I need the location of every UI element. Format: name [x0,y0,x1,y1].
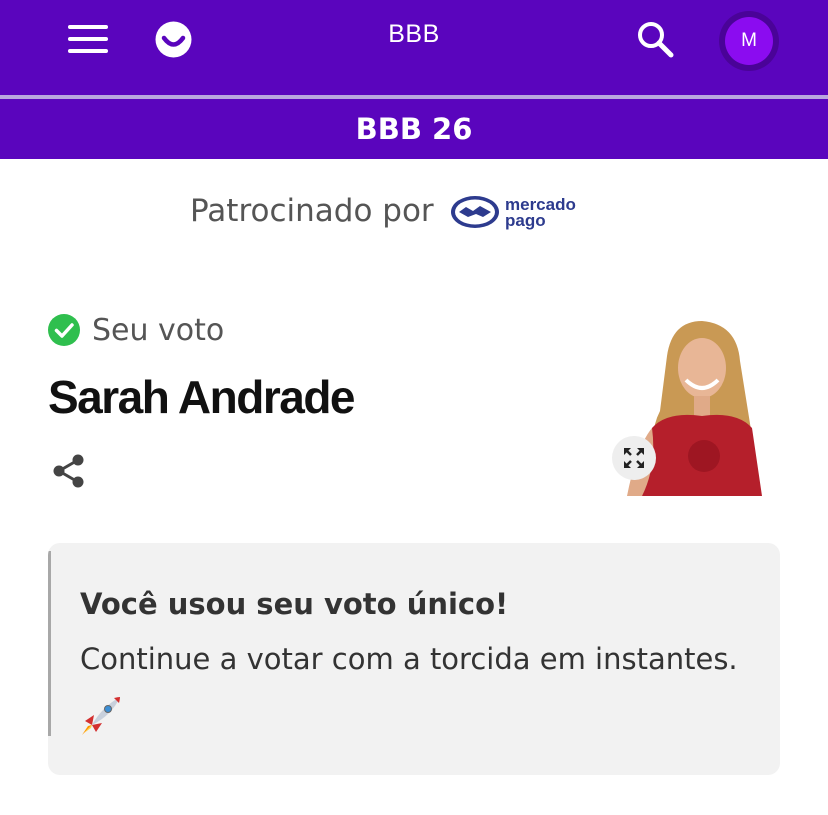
candidate-name: Sarah Andrade [48,371,356,423]
notice-message: Continue a votar com a torcida em instan… [80,642,738,676]
avatar: M [725,17,773,65]
rocket-icon [82,697,120,735]
search-icon[interactable] [636,20,674,58]
app-title: BBB [388,20,440,48]
check-circle-icon [48,314,80,346]
vote-status-label: Seu voto [92,313,225,348]
top-navigation-bar: BBB M [0,0,828,99]
share-icon[interactable] [51,453,87,489]
notice-title: Você usou seu voto único! [80,587,509,621]
section-title-bar[interactable]: BBB 26 [0,99,828,159]
sponsor-label: Patrocinado por [190,193,434,229]
mercado-pago-logo-text-2: pago [505,211,546,230]
notice-card: Você usou seu voto único! Continue a vot… [48,543,780,775]
user-avatar-button[interactable]: M [719,11,779,71]
notice-accent-bar [48,551,51,736]
mercado-pago-logo: mercado pago [451,195,576,230]
expand-icon [624,448,644,468]
expand-photo-button[interactable] [612,436,656,480]
